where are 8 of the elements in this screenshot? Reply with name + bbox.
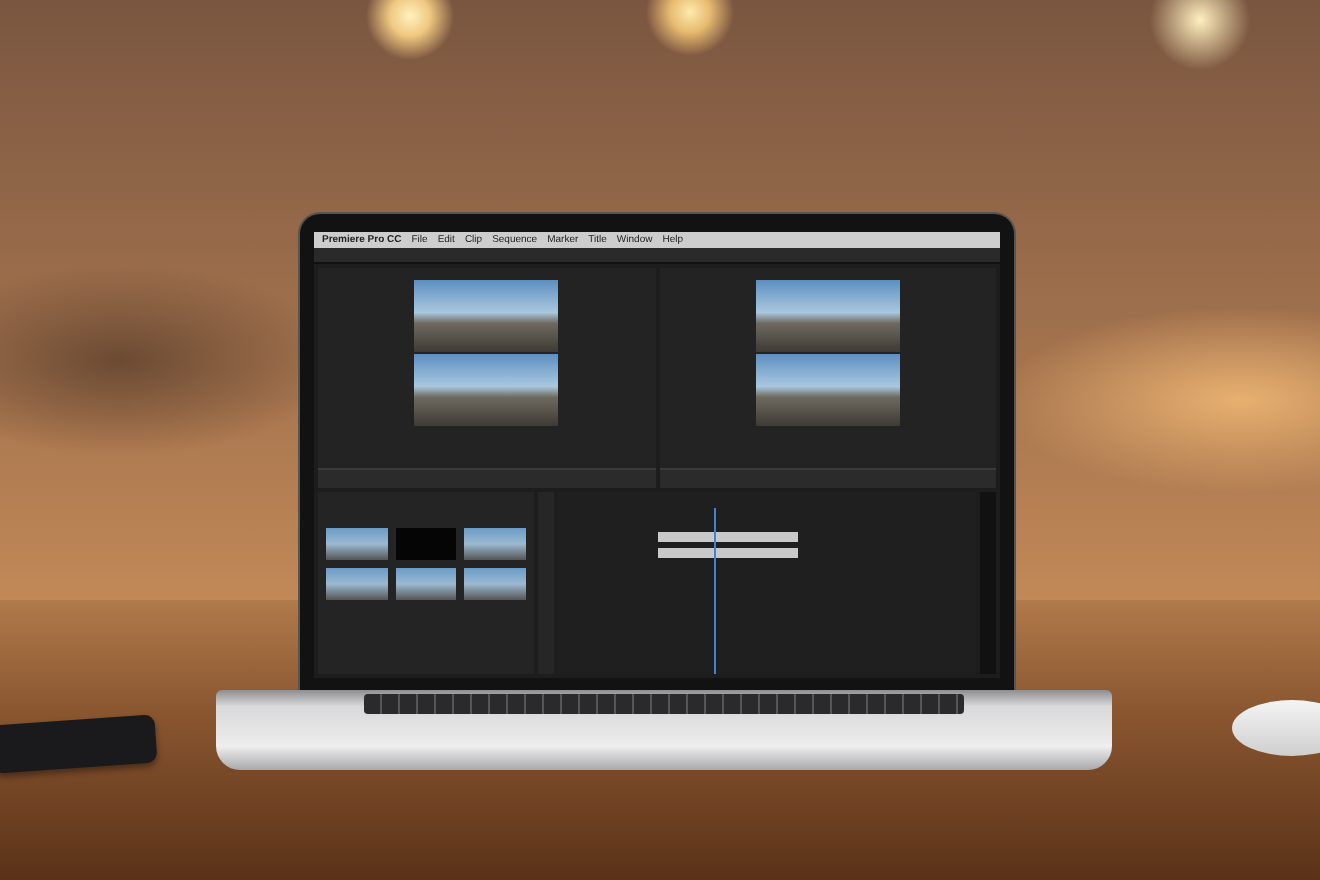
clip-thumbnail[interactable] — [326, 528, 388, 560]
clip-thumbnail[interactable] — [464, 528, 526, 560]
clip-thumbnail[interactable] — [395, 528, 457, 560]
clip-thumbnail[interactable] — [464, 568, 526, 600]
video-clip-bar[interactable] — [658, 532, 798, 542]
clip-thumbnail[interactable] — [395, 568, 457, 600]
audio-clip-bar[interactable] — [658, 548, 798, 558]
clip-thumbnail[interactable] — [326, 568, 388, 600]
